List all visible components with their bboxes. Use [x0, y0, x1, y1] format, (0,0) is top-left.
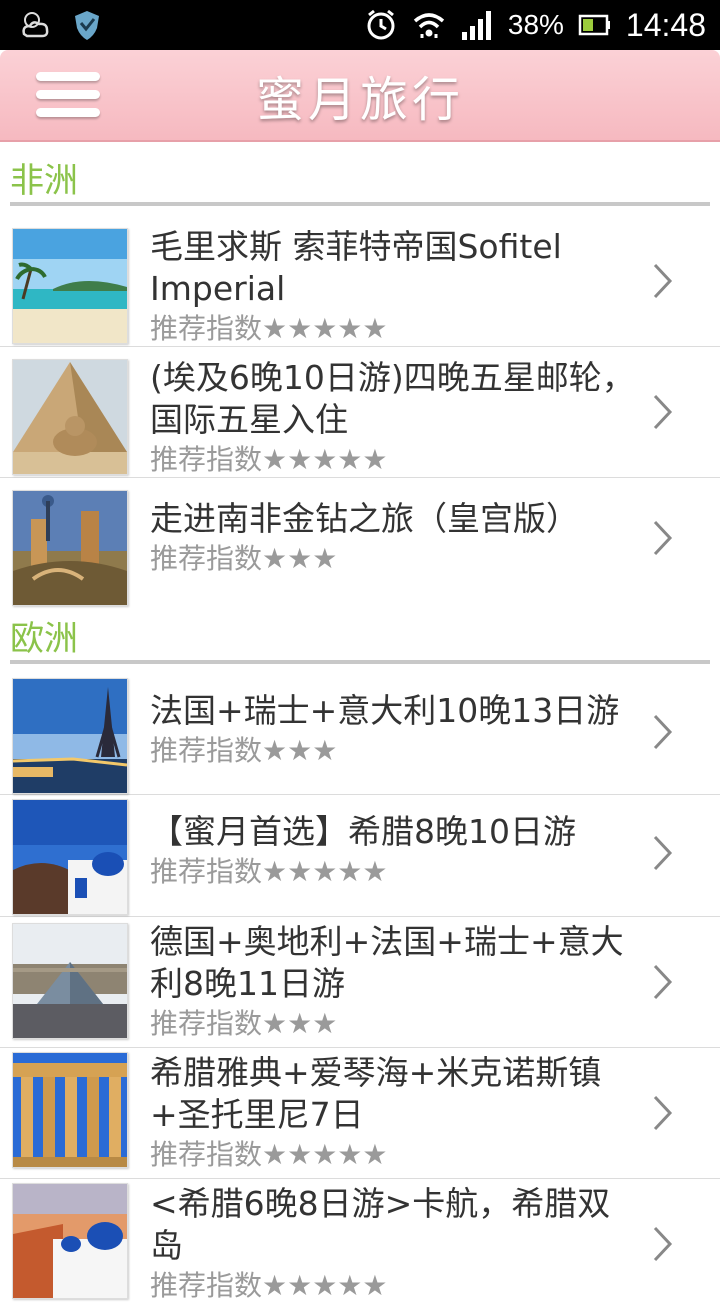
status-bar: 38% 14:48	[0, 0, 720, 50]
wifi-icon	[412, 8, 446, 42]
alarm-icon	[364, 8, 398, 42]
section-title-africa: 非洲	[10, 161, 78, 201]
list-item[interactable]: <希腊6晚8日游>卡航，希腊双岛 推荐指数★★★★★	[0, 1179, 720, 1309]
chevron-right-icon	[652, 392, 674, 432]
thumbnail-louvre	[12, 923, 128, 1039]
thumbnail-santorini-sunset	[12, 1183, 128, 1299]
thumbnail-santorini	[12, 799, 128, 915]
section-title-europe: 欧洲	[10, 619, 78, 659]
item-rating: 推荐指数★★★★★	[150, 1269, 388, 1302]
list-item[interactable]: 法国+瑞士+意大利10晚13日游 推荐指数★★★	[0, 674, 720, 795]
item-rating: 推荐指数★★★★★	[150, 443, 388, 476]
item-title: 【蜜月首选】希腊8晚10日游	[150, 812, 576, 851]
item-title: <希腊6晚8日游>卡航，希腊双岛	[150, 1184, 611, 1265]
chevron-right-icon	[652, 833, 674, 873]
item-rating: 推荐指数★★★	[150, 542, 338, 575]
item-title: 法国+瑞士+意大利10晚13日游	[150, 691, 620, 730]
list-item[interactable]: 希腊雅典+爱琴海+米克诺斯镇+圣托里尼7日 推荐指数★★★★★	[0, 1048, 720, 1179]
item-title: 毛里求斯 索菲特帝国Sofitel Imperial	[150, 227, 562, 308]
item-title: 希腊雅典+爱琴海+米克诺斯镇+圣托里尼7日	[150, 1053, 602, 1134]
chevron-right-icon	[652, 1093, 674, 1133]
section-divider	[10, 660, 710, 664]
signal-icon	[460, 8, 494, 42]
thumbnail-pyramid	[12, 359, 128, 475]
thumbnail-temple	[12, 1052, 128, 1168]
shield-icon	[70, 8, 104, 42]
app-header: 蜜月旅行	[0, 50, 720, 142]
content-list[interactable]: 非洲 毛里求斯 索菲特帝国Sofitel Imperial 推荐指数★★★★★ …	[0, 142, 720, 1309]
thumbnail-eiffel	[12, 678, 128, 794]
weather-icon	[18, 8, 52, 42]
list-item[interactable]: 毛里求斯 索菲特帝国Sofitel Imperial 推荐指数★★★★★	[0, 216, 720, 347]
chevron-right-icon	[652, 261, 674, 301]
item-title: 德国+奥地利+法国+瑞士+意大利8晚11日游	[150, 922, 624, 1003]
item-title: 走进南非金钻之旅（皇宫版）	[150, 499, 579, 538]
battery-percent: 38%	[507, 9, 564, 40]
battery-icon	[578, 8, 612, 42]
item-rating: 推荐指数★★★★★	[150, 855, 388, 888]
thumbnail-palace	[12, 490, 128, 606]
item-rating: 推荐指数★★★	[150, 1007, 338, 1040]
item-rating: 推荐指数★★★★★	[150, 312, 388, 345]
thumbnail-beach	[12, 228, 128, 344]
list-item[interactable]: 走进南非金钻之旅（皇宫版） 推荐指数★★★	[0, 478, 720, 606]
page-title: 蜜月旅行	[255, 72, 464, 128]
list-item[interactable]: 德国+奥地利+法国+瑞士+意大利8晚11日游 推荐指数★★★	[0, 917, 720, 1048]
chevron-right-icon	[652, 1224, 674, 1264]
chevron-right-icon	[652, 962, 674, 1002]
section-divider	[10, 202, 710, 206]
chevron-right-icon	[652, 712, 674, 752]
list-item[interactable]: 【蜜月首选】希腊8晚10日游 推荐指数★★★★★	[0, 795, 720, 917]
list-item[interactable]: (埃及6晚10日游)四晚五星邮轮，国际五星入住 推荐指数★★★★★	[0, 347, 720, 478]
chevron-right-icon	[652, 518, 674, 558]
item-rating: 推荐指数★★★★★	[150, 1138, 388, 1171]
item-title: (埃及6晚10日游)四晚五星邮轮，国际五星入住	[150, 358, 635, 439]
clock: 14:48	[625, 6, 706, 43]
item-rating: 推荐指数★★★	[150, 734, 338, 767]
